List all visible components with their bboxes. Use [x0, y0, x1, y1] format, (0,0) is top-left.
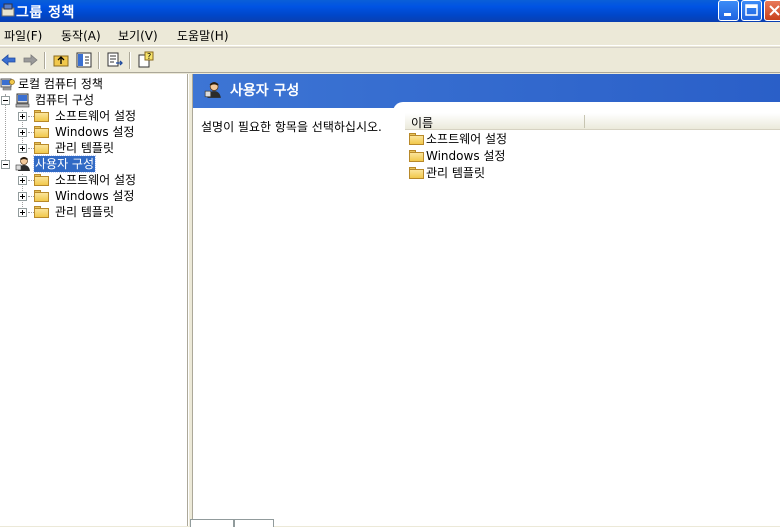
list-item-label: 관리 템플릿 — [426, 166, 486, 180]
banner-title: 사용자 구성 — [230, 83, 300, 99]
tree-item-user-windows[interactable]: Windows 설정 — [0, 188, 187, 204]
help-icon[interactable]: ? — [137, 51, 155, 69]
tree-pane[interactable]: 로컬 컴퓨터 정책 컴퓨터 구성 소프트웨어 설정 Windows 설정 관리 … — [0, 74, 188, 526]
folder-icon — [34, 142, 50, 155]
collapse-icon[interactable] — [1, 160, 10, 169]
menu-action[interactable]: 동작(A) — [61, 27, 101, 44]
tree-item-computer-config[interactable]: 컴퓨터 구성 — [0, 92, 187, 108]
tree-item-computer-windows[interactable]: Windows 설정 — [0, 124, 187, 140]
view-tabs — [190, 518, 280, 527]
expand-icon[interactable] — [18, 208, 27, 217]
toolbar-separator — [44, 52, 46, 69]
computer-config-icon — [15, 93, 30, 108]
minimize-icon — [724, 13, 731, 16]
toolbar-separator — [129, 52, 131, 69]
tree-label-user-config: 사용자 구성 — [32, 155, 97, 173]
folder-icon — [409, 150, 425, 163]
folder-icon — [34, 126, 50, 139]
show-hide-tree-icon[interactable] — [75, 51, 93, 69]
folder-icon — [34, 206, 50, 219]
menu-help[interactable]: 도움말(H) — [177, 27, 229, 44]
maximize-icon — [745, 4, 758, 16]
expand-icon[interactable] — [18, 192, 27, 201]
maximize-button[interactable] — [741, 0, 762, 21]
tree-label-computer-admin-templates: 관리 템플릿 — [55, 141, 115, 155]
user-config-icon — [204, 82, 221, 98]
tree-label-computer-config: 컴퓨터 구성 — [35, 93, 95, 107]
close-icon — [769, 5, 780, 16]
tree-item-computer-software[interactable]: 소프트웨어 설정 — [0, 108, 187, 124]
up-folder-icon[interactable] — [52, 51, 70, 69]
group-policy-icon — [1, 3, 15, 17]
folder-icon — [34, 190, 50, 203]
column-divider[interactable] — [584, 115, 585, 128]
export-list-icon[interactable] — [106, 51, 124, 69]
tree-label-computer-software: 소프트웨어 설정 — [55, 109, 137, 123]
collapse-icon[interactable] — [1, 96, 10, 105]
tree-item-user-software[interactable]: 소프트웨어 설정 — [0, 172, 187, 188]
list-item-label: 소프트웨어 설정 — [426, 132, 508, 146]
tree-item-user-config[interactable]: 사용자 구성 — [0, 155, 187, 173]
tree-item-user-admin-templates[interactable]: 관리 템플릿 — [0, 204, 187, 220]
title-bar[interactable]: 그룹 정책 — [0, 0, 780, 22]
policy-computer-icon — [0, 78, 15, 91]
user-config-icon — [15, 157, 30, 171]
tree-label-computer-windows: Windows 설정 — [55, 125, 135, 139]
back-arrow-icon[interactable] — [0, 51, 18, 69]
folder-icon — [409, 167, 425, 180]
tree-label-user-software: 소프트웨어 설정 — [55, 173, 137, 187]
tree-label-user-admin-templates: 관리 템플릿 — [55, 205, 115, 219]
description-text: 설명이 필요한 항목을 선택하십시오. — [201, 120, 382, 134]
list-item-admin-templates[interactable]: 관리 템플릿 — [409, 165, 609, 181]
tree-label-root: 로컬 컴퓨터 정책 — [18, 77, 103, 91]
folder-icon — [409, 133, 425, 146]
expand-icon[interactable] — [18, 144, 27, 153]
details-pane: 사용자 구성 설명이 필요한 항목을 선택하십시오. 이름 소프트웨어 설정 W… — [192, 74, 780, 526]
folder-icon — [34, 174, 50, 187]
minimize-button[interactable] — [718, 0, 739, 21]
toolbar: ? — [0, 47, 780, 73]
menu-bar: 파일(F) 동작(A) 보기(V) 도움말(H) — [0, 22, 780, 46]
toolbar-separator — [98, 52, 100, 69]
column-header-name-label: 이름 — [411, 116, 434, 130]
expand-icon[interactable] — [18, 128, 27, 137]
list-item-windows[interactable]: Windows 설정 — [409, 148, 609, 164]
window-title: 그룹 정책 — [16, 5, 75, 21]
column-header-name[interactable]: 이름 — [405, 113, 780, 130]
tree-item-computer-admin-templates[interactable]: 관리 템플릿 — [0, 140, 187, 156]
close-button[interactable] — [764, 0, 780, 21]
forward-arrow-icon[interactable] — [21, 51, 39, 69]
expand-icon[interactable] — [18, 176, 27, 185]
item-list[interactable]: 이름 소프트웨어 설정 Windows 설정 관리 템플릿 — [405, 112, 780, 526]
expand-icon[interactable] — [18, 112, 27, 121]
list-item-software[interactable]: 소프트웨어 설정 — [409, 131, 609, 147]
folder-icon — [34, 110, 50, 123]
menu-file[interactable]: 파일(F) — [4, 27, 42, 44]
list-item-label: Windows 설정 — [426, 149, 506, 163]
tree-item-root[interactable]: 로컬 컴퓨터 정책 — [0, 76, 187, 92]
tree-label-user-windows: Windows 설정 — [55, 189, 135, 203]
menu-view[interactable]: 보기(V) — [118, 27, 158, 44]
svg-text:?: ? — [147, 52, 151, 61]
